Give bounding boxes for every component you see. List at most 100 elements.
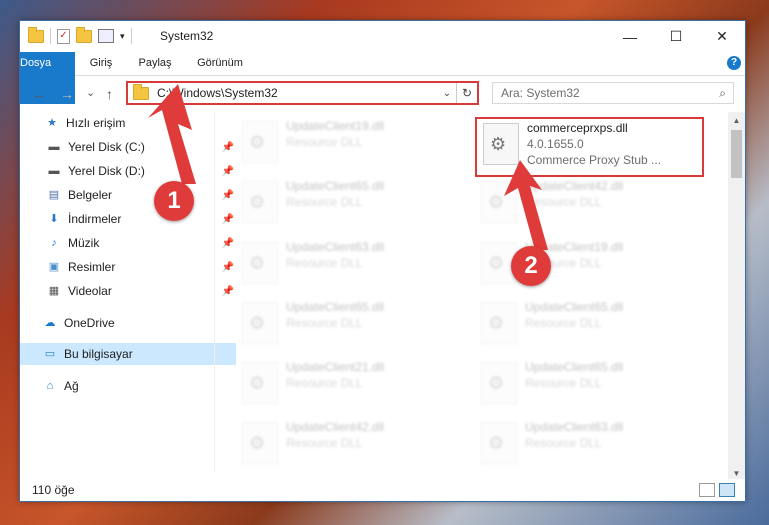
file-item[interactable]: UpdateClient65.dll Resource DLL	[236, 298, 456, 350]
sidebar-item-music[interactable]: ♪ Müzik 📌	[20, 232, 240, 254]
file-item[interactable]: UpdateClient65.dll Resource DLL	[475, 298, 695, 350]
item-count: 110 öğe	[32, 483, 75, 497]
customize-toolbar-icon[interactable]	[98, 29, 114, 43]
sidebar-item-label: Yerel Disk (C:)	[68, 140, 145, 154]
divider	[130, 28, 132, 44]
file-item[interactable]: UpdateClient63.dll Resource DLL	[236, 238, 456, 290]
properties-check-icon[interactable]: ✓	[57, 28, 70, 44]
scrollbar-thumb[interactable]	[731, 130, 742, 178]
forward-button[interactable]: →	[60, 86, 74, 102]
tab-home[interactable]: Giriş	[82, 52, 120, 75]
recent-locations-button[interactable]: ⌄	[86, 86, 95, 99]
maximize-button[interactable]: ☐	[653, 21, 699, 52]
sidebar-item-label: İndirmeler	[68, 212, 122, 226]
file-item[interactable]: UpdateClient63.dll Resource DLL	[475, 418, 695, 470]
address-path[interactable]: C:\Windows\System32	[157, 86, 438, 100]
star-icon: ★	[47, 117, 57, 129]
pin-icon: 📌	[221, 141, 234, 153]
pin-icon: 📌	[221, 237, 234, 249]
explorer-window: ✓ ▾ System32 — ☐ ✕ Dosya Giriş Paylaş Gö…	[19, 20, 746, 502]
file-item[interactable]: UpdateClient19.dllResource DLL	[236, 117, 456, 169]
file-name: commerceprxps.dll	[527, 121, 628, 135]
sidebar-item-downloads[interactable]: ⬇ İndirmeler 📌	[20, 208, 240, 230]
file-type: Resource DLL	[525, 436, 602, 450]
chevron-down-icon[interactable]: ⌄	[438, 88, 456, 99]
file-name: UpdateClient65.dll	[525, 300, 624, 314]
tab-view[interactable]: Görünüm	[192, 52, 248, 75]
file-item[interactable]: UpdateClient42.dll Resource DLL	[236, 418, 456, 470]
sidebar-item-videos[interactable]: ▦ Videolar 📌	[20, 280, 240, 302]
network-icon: ⌂	[46, 380, 54, 392]
address-bar[interactable]: C:\Windows\System32 ⌄ ↻	[126, 81, 479, 105]
sidebar-item-onedrive[interactable]: ☁ OneDrive	[20, 312, 236, 334]
dll-file-icon	[242, 422, 278, 464]
navigation-bar: ← → ⌄ ↑ C:\Windows\System32 ⌄ ↻ Ara: Sys…	[20, 76, 745, 112]
quick-access-toolbar: ✓ ▾	[28, 26, 132, 44]
file-name: UpdateClient42.dll	[286, 420, 385, 434]
scroll-up-icon[interactable]: ▲	[728, 112, 745, 129]
documents-icon: ▤	[48, 189, 60, 201]
file-item[interactable]: UpdateClient65.dll Resource DLL	[475, 358, 695, 410]
file-name: UpdateClient65.dll	[286, 300, 385, 314]
vertical-scrollbar[interactable]: ▲ ▼	[728, 112, 745, 482]
file-description: Commerce Proxy Stub ...	[527, 153, 662, 167]
sidebar-item-label: Yerel Disk (D:)	[68, 164, 145, 178]
help-icon[interactable]: ?	[727, 56, 741, 70]
sidebar-item-quick-access[interactable]: ★ Hızlı erişim	[20, 112, 238, 134]
file-item[interactable]: UpdateClient21.dll Resource DLL	[236, 358, 456, 410]
sidebar-item-label: Müzik	[68, 236, 100, 250]
file-name: UpdateClient19.dll	[286, 119, 385, 133]
sidebar-item-drive-c[interactable]: ▬ Yerel Disk (C:) 📌	[20, 136, 240, 158]
file-name: UpdateClient63.dll	[525, 420, 624, 434]
file-type: Resource DLL	[286, 256, 363, 270]
minimize-button[interactable]: —	[607, 21, 653, 52]
download-icon: ⬇	[49, 213, 59, 225]
sidebar-item-drive-d[interactable]: ▬ Yerel Disk (D:) 📌	[20, 160, 240, 182]
sidebar-item-pictures[interactable]: ▣ Resimler 📌	[20, 256, 240, 278]
dll-file-icon	[481, 422, 517, 464]
dll-file-icon	[242, 302, 278, 344]
music-icon: ♪	[51, 237, 57, 249]
sidebar-item-label: Bu bilgisayar	[64, 347, 133, 361]
file-name: UpdateClient63.dll	[286, 240, 385, 254]
step-marker-1: 1	[154, 181, 194, 221]
file-version: 4.0.1655.0	[527, 137, 584, 151]
sidebar-item-label: Belgeler	[68, 188, 113, 202]
file-name: UpdateClient21.dll	[286, 360, 385, 374]
file-item[interactable]: UpdateClient65.dll Resource DLL	[236, 177, 456, 229]
up-button[interactable]: ↑	[106, 86, 113, 102]
file-type: Resource DLL	[525, 195, 602, 209]
details-view-icon[interactable]	[699, 483, 715, 497]
search-icon[interactable]: ⌕	[719, 86, 726, 101]
navigation-pane: ★ Hızlı erişim ▬ Yerel Disk (C:) 📌 ▬ Yer…	[20, 112, 236, 472]
back-button[interactable]: ←	[32, 86, 46, 102]
sidebar-item-network[interactable]: ⌂ Ağ	[20, 375, 236, 397]
sidebar-item-this-pc[interactable]: ▭ Bu bilgisayar	[20, 343, 236, 365]
file-item[interactable]: UpdateClient42.dll Resource DLL	[475, 177, 695, 229]
sidebar-item-label: Videolar	[68, 284, 112, 298]
search-placeholder: Ara: System32	[501, 86, 580, 100]
file-item[interactable]: UpdateClient19.dllResource DLL	[475, 238, 695, 290]
dll-file-icon	[481, 181, 517, 223]
status-bar: 110 öğe	[20, 479, 745, 501]
refresh-icon[interactable]: ↻	[456, 83, 477, 103]
file-name: UpdateClient42.dll	[525, 179, 624, 193]
sidebar-item-documents[interactable]: ▤ Belgeler 📌	[20, 184, 240, 206]
highlighted-file-item[interactable]: commerceprxps.dll 4.0.1655.0 Commerce Pr…	[475, 117, 704, 177]
file-name: UpdateClient65.dll	[286, 179, 385, 193]
close-button[interactable]: ✕	[699, 21, 745, 52]
dll-file-icon	[481, 362, 517, 404]
folder-icon	[28, 26, 44, 43]
sidebar-item-label: Ağ	[64, 379, 79, 393]
file-type: Resource DLL	[286, 195, 363, 209]
pane-divider[interactable]	[214, 112, 215, 472]
dll-file-icon	[242, 362, 278, 404]
search-input[interactable]: Ara: System32 ⌕	[492, 82, 734, 104]
file-type: Resource DLL	[286, 316, 363, 330]
tiles-view-icon[interactable]	[719, 483, 735, 497]
tab-share[interactable]: Paylaş	[133, 52, 177, 75]
file-type: Resource DLL	[286, 436, 363, 450]
new-folder-icon[interactable]	[76, 26, 92, 43]
chevron-down-icon[interactable]: ▾	[120, 31, 125, 42]
folder-icon	[133, 83, 149, 100]
